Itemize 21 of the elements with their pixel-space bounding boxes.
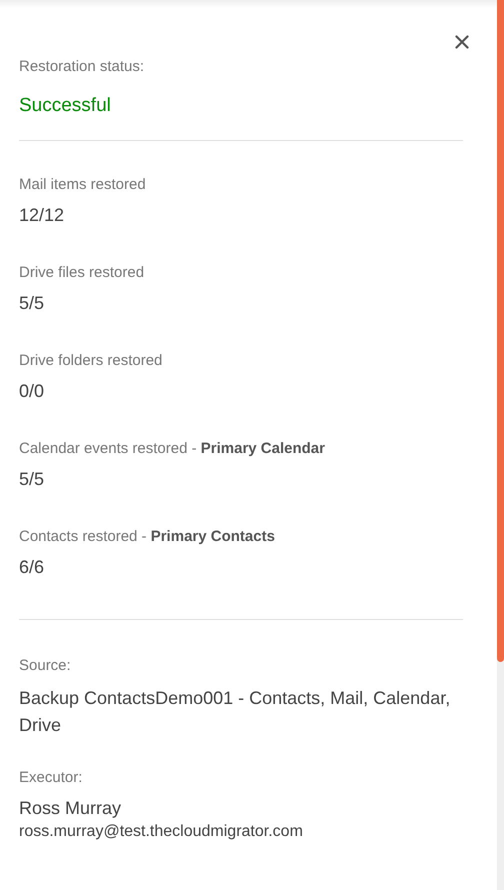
status-value: Successful bbox=[19, 95, 112, 117]
source-label: Source: bbox=[19, 657, 72, 675]
count-value: 5/5 bbox=[19, 292, 46, 315]
close-icon bbox=[455, 35, 469, 49]
count-label: Contacts restored - Primary Contacts bbox=[19, 528, 276, 546]
count-value: 0/0 bbox=[19, 380, 46, 403]
count-value: 5/5 bbox=[19, 468, 46, 491]
executor-name: Ross Murray bbox=[19, 797, 122, 820]
count-label: Drive folders restored bbox=[19, 352, 164, 370]
count-value: 12/12 bbox=[19, 204, 66, 227]
scrollbar[interactable] bbox=[497, 0, 504, 890]
count-value: 6/6 bbox=[19, 556, 46, 579]
count-label: Drive files restored bbox=[19, 264, 146, 282]
source-value: Backup ContactsDemo001 - Contacts, Mail, Calendar, Drive bbox=[19, 687, 452, 737]
executor-label: Executor: bbox=[19, 769, 84, 787]
count-label: Mail items restored bbox=[19, 176, 147, 194]
status-label: Restoration status: bbox=[19, 58, 146, 76]
count-label: Calendar events restored - Primary Calendar bbox=[19, 440, 326, 458]
scrollbar-thumb[interactable] bbox=[497, 0, 504, 662]
executor-email: ross.murray@test.thecloudmigrator.com bbox=[19, 822, 304, 842]
close-button[interactable] bbox=[455, 35, 469, 49]
